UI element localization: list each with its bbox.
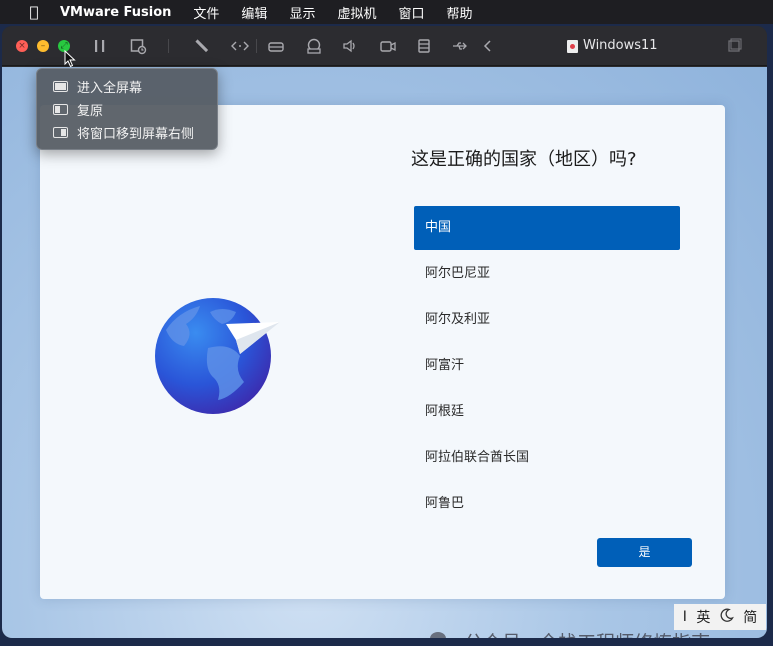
apple-logo-icon[interactable]:  [24, 3, 44, 21]
wrench-icon[interactable] [192, 36, 212, 56]
database-icon[interactable] [414, 36, 434, 56]
close-icon: × [18, 41, 26, 51]
menu-file[interactable]: 文件 [193, 3, 219, 22]
menu-edit[interactable]: 编辑 [241, 3, 267, 22]
toolbar-divider [256, 39, 257, 53]
country-item-argentina[interactable]: 阿根廷 [414, 390, 680, 434]
menu-item-label: 复原 [77, 104, 104, 119]
menu-view[interactable]: 显示 [289, 3, 315, 22]
camera-icon[interactable] [378, 36, 398, 56]
menu-bar:  VMware Fusion 文件 编辑 显示 虚拟机 窗口 帮助 [0, 0, 773, 24]
fullscreen-icon [53, 81, 68, 92]
printer-icon[interactable] [304, 36, 324, 56]
minimize-icon: – [40, 41, 46, 51]
menu-item-label: 将窗口移到屏幕右侧 [77, 127, 195, 142]
oobe-dialog: 这是正确的国家（地区）吗? 中国 阿尔巴尼亚 阿尔及利亚 阿富汗 阿根廷 阿拉伯… [40, 105, 725, 599]
restore-icon [53, 104, 68, 115]
toolbar-divider [168, 39, 169, 53]
usb-icon[interactable] [450, 36, 470, 56]
wechat-icon [430, 630, 456, 638]
menu-item-label: 进入全屏幕 [77, 81, 143, 96]
speaker-icon[interactable] [340, 36, 360, 56]
move-right-icon [53, 127, 68, 138]
country-item-algeria[interactable]: 阿尔及利亚 [414, 298, 680, 342]
window-title: Windows11 [567, 26, 658, 66]
ime-cursor-mark: I [682, 609, 687, 625]
country-item-afghanistan[interactable]: 阿富汗 [414, 344, 680, 388]
menu-app-name[interactable]: VMware Fusion [60, 5, 171, 20]
drive-icon[interactable] [266, 36, 286, 56]
snapshot-icon[interactable] [128, 36, 148, 56]
globe-illustration [148, 290, 288, 415]
menu-item-move-right[interactable]: 将窗口移到屏幕右侧 [37, 121, 217, 144]
windows-icon[interactable] [724, 36, 744, 56]
menu-help[interactable]: 帮助 [446, 3, 472, 22]
watermark: 公众号 · 全栈工程师修炼指南 [430, 627, 710, 638]
yes-button[interactable]: 是 [597, 538, 692, 567]
window-title-text: Windows11 [583, 38, 658, 53]
menu-vm[interactable]: 虚拟机 [337, 3, 376, 22]
mouse-cursor-icon [64, 49, 76, 72]
menu-window[interactable]: 窗口 [398, 3, 424, 22]
ime-mode-toggle[interactable]: 简 [743, 607, 757, 627]
country-item-aruba[interactable]: 阿鲁巴 [414, 482, 680, 526]
pause-icon[interactable] [90, 36, 110, 56]
window-toolbar: × – ⤢ Windows11 [2, 26, 767, 66]
chevron-left-icon[interactable] [478, 36, 498, 56]
minimize-button[interactable]: – [37, 40, 49, 52]
menu-item-restore[interactable]: 复原 [37, 98, 217, 121]
zoom-popup-menu: 进入全屏幕 复原 将窗口移到屏幕右侧 [36, 68, 218, 150]
menu-item-enter-fullscreen[interactable]: 进入全屏幕 [37, 75, 217, 98]
country-item-albania[interactable]: 阿尔巴尼亚 [414, 252, 680, 296]
country-item-china[interactable]: 中国 [414, 206, 680, 250]
moon-icon[interactable] [720, 608, 734, 626]
close-button[interactable]: × [16, 40, 28, 52]
watermark-text: 公众号 · 全栈工程师修炼指南 [464, 628, 710, 639]
code-arrows-icon[interactable] [230, 36, 250, 56]
oobe-title: 这是正确的国家（地区）吗? [411, 149, 637, 170]
vm-document-icon [567, 39, 578, 53]
guest-screen[interactable]: 这是正确的国家（地区）吗? 中国 阿尔巴尼亚 阿尔及利亚 阿富汗 阿根廷 阿拉伯… [2, 67, 767, 638]
country-item-uae[interactable]: 阿拉伯联合酋长国 [414, 436, 680, 480]
ime-language-toggle[interactable]: 英 [696, 607, 710, 627]
